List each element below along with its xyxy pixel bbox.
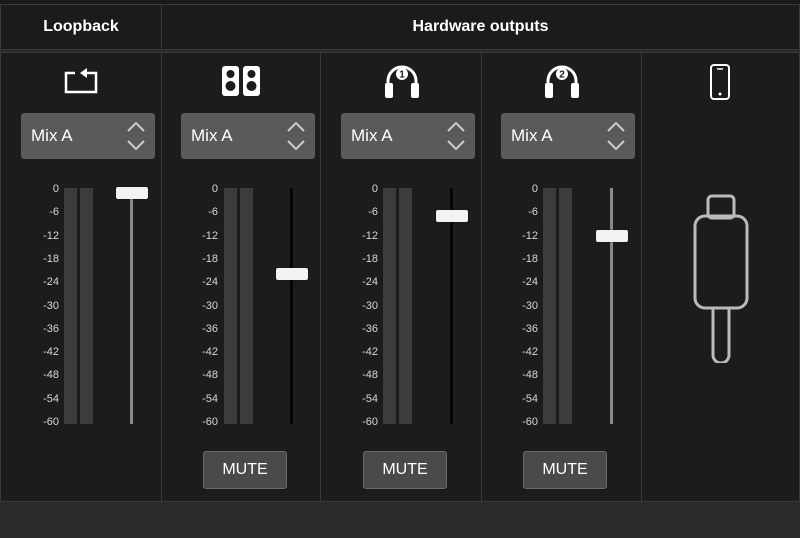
- scale-label: -36: [522, 322, 538, 335]
- fader-thumb[interactable]: [116, 186, 148, 199]
- fader-track[interactable]: [610, 188, 613, 424]
- level-meter-left: [383, 188, 396, 424]
- level-scale: 0 -6 -12 -18 -24 -30 -36 -42 -48 -54 -60: [340, 181, 378, 431]
- channel-headphones-2: 2 Mix A 0 -6 -12 -18 -24 -30 -36 -42 -48 -54 -60 M…: [481, 52, 642, 502]
- scale-label: -36: [362, 322, 378, 335]
- scale-label: -6: [528, 206, 538, 219]
- fader-thumb[interactable]: [436, 210, 468, 223]
- scale-label: -6: [368, 206, 378, 219]
- headphones-1-icon: 1: [382, 63, 422, 99]
- hardware-outputs-header: Hardware outputs: [161, 4, 800, 50]
- scale-label: -42: [522, 346, 538, 359]
- scale-label: -54: [522, 392, 538, 405]
- level-meter-right: [240, 188, 253, 424]
- fader-track[interactable]: [450, 188, 453, 424]
- scale-label: -36: [43, 322, 59, 335]
- scale-label: -60: [362, 416, 378, 428]
- scale-label: 0: [531, 183, 538, 195]
- mix-select-value: Mix A: [511, 126, 553, 145]
- loopback-icon: [61, 65, 101, 97]
- mix-select-value: Mix A: [191, 126, 233, 145]
- channel-speakers: Mix A 0 -6 -12 -18 -24 -30 -36 -42 -48 -54 -60 MUT…: [161, 52, 321, 502]
- level-scale: 0 -6 -12 -18 -24 -30 -36 -42 -48 -54 -60: [500, 181, 538, 431]
- mute-button[interactable]: MUTE: [363, 451, 447, 489]
- bottom-bar: [0, 503, 800, 538]
- fader-track[interactable]: [290, 188, 293, 424]
- scale-label: -30: [362, 299, 378, 312]
- speakers-icon: [220, 65, 260, 97]
- scale-label: -60: [522, 416, 538, 428]
- select-arrows-icon: [447, 121, 465, 151]
- scale-label: -54: [202, 392, 218, 405]
- scale-label: -6: [208, 206, 218, 219]
- hardware-outputs-header-label: Hardware outputs: [412, 18, 549, 35]
- scale-label: -18: [522, 252, 538, 265]
- channel-loopback: Mix A 0 -6 -12 -18 -24 -30 -36 -42 -48 -54 -60: [0, 52, 162, 502]
- scale-label: -18: [43, 252, 59, 265]
- scale-label: -30: [522, 299, 538, 312]
- level-scale: 0 -6 -12 -18 -24 -30 -36 -42 -48 -54 -60: [21, 181, 59, 431]
- scale-label: -48: [202, 369, 218, 382]
- scale-label: -54: [362, 392, 378, 405]
- mix-select-value: Mix A: [31, 126, 73, 145]
- mix-select[interactable]: Mix A: [341, 113, 475, 159]
- scale-label: -48: [362, 369, 378, 382]
- headphones-2-icon: 2: [542, 63, 582, 99]
- scale-label: -60: [43, 416, 59, 428]
- scale-label: -24: [362, 276, 378, 289]
- scale-label: 0: [52, 183, 59, 195]
- scale-label: -30: [43, 299, 59, 312]
- svg-text:2: 2: [559, 70, 565, 81]
- select-arrows-icon: [287, 121, 305, 151]
- scale-label: -54: [43, 392, 59, 405]
- level-meter-right: [399, 188, 412, 424]
- scale-label: -24: [202, 276, 218, 289]
- channel-device: [641, 52, 800, 502]
- level-meter-left: [64, 188, 77, 424]
- scale-label: -42: [202, 346, 218, 359]
- scale-label: -48: [522, 369, 538, 382]
- usb-c-cable-icon: [691, 193, 751, 365]
- mute-button[interactable]: MUTE: [523, 451, 607, 489]
- mute-button[interactable]: MUTE: [203, 451, 287, 489]
- scale-label: -30: [202, 299, 218, 312]
- scale-label: -12: [202, 229, 218, 242]
- scale-label: -6: [49, 206, 59, 219]
- scale-label: -12: [362, 229, 378, 242]
- scale-label: -24: [43, 276, 59, 289]
- scale-label: -60: [202, 416, 218, 428]
- scale-label: -42: [43, 346, 59, 359]
- level-scale: 0 -6 -12 -18 -24 -30 -36 -42 -48 -54 -60: [180, 181, 218, 431]
- level-meter-left: [543, 188, 556, 424]
- mix-select[interactable]: Mix A: [21, 113, 155, 159]
- mix-select-value: Mix A: [351, 126, 393, 145]
- scale-label: -36: [202, 322, 218, 335]
- scale-label: -48: [43, 369, 59, 382]
- level-meter-right: [80, 188, 93, 424]
- scale-label: -12: [522, 229, 538, 242]
- scale-label: -18: [362, 252, 378, 265]
- scale-label: 0: [371, 183, 378, 195]
- scale-label: -42: [362, 346, 378, 359]
- scale-label: -18: [202, 252, 218, 265]
- scale-label: 0: [211, 183, 218, 195]
- svg-text:1: 1: [399, 70, 405, 81]
- fader-thumb[interactable]: [596, 229, 628, 242]
- fader-track[interactable]: [130, 188, 133, 424]
- mix-select[interactable]: Mix A: [501, 113, 635, 159]
- fader-thumb[interactable]: [276, 268, 308, 281]
- select-arrows-icon: [607, 121, 625, 151]
- level-meter-right: [559, 188, 572, 424]
- scale-label: -12: [43, 229, 59, 242]
- select-arrows-icon: [127, 121, 145, 151]
- channel-headphones-1: 1 Mix A 0 -6 -12 -18 -24 -30 -36 -42 -48 -54 -60 M…: [320, 52, 482, 502]
- loopback-header: Loopback: [0, 4, 162, 50]
- scale-label: -24: [522, 276, 538, 289]
- phone-icon: [708, 63, 732, 103]
- loopback-header-label: Loopback: [43, 18, 119, 35]
- level-meter-left: [224, 188, 237, 424]
- mix-select[interactable]: Mix A: [181, 113, 315, 159]
